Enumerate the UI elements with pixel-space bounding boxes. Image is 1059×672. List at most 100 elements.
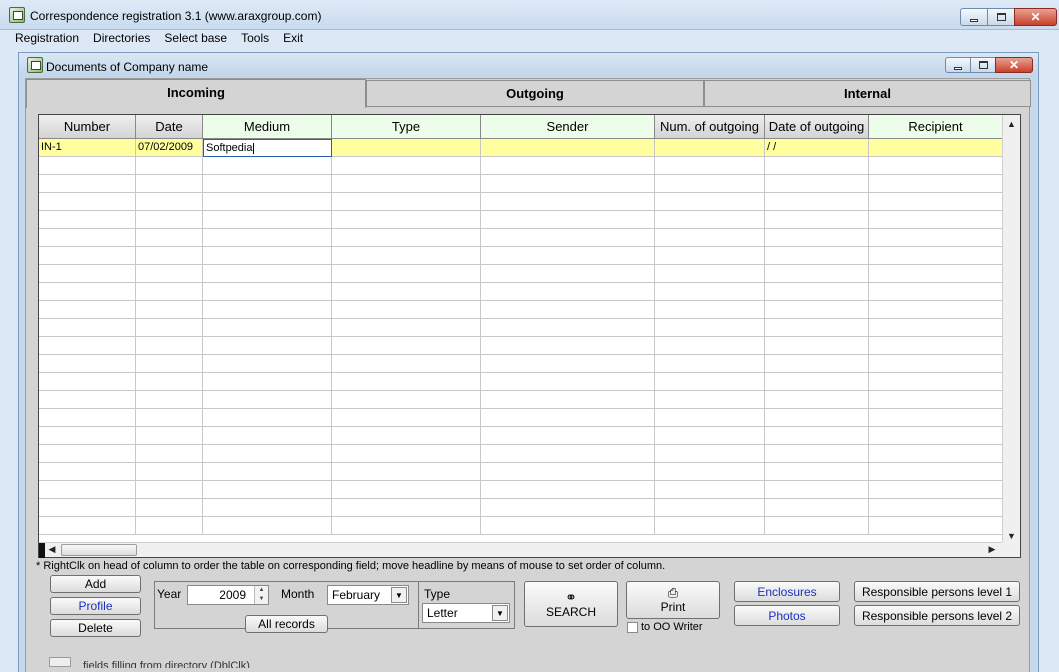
empty-cell[interactable] bbox=[765, 157, 869, 175]
menu-exit[interactable]: Exit bbox=[276, 30, 310, 46]
empty-cell[interactable] bbox=[39, 409, 136, 427]
empty-cell[interactable] bbox=[655, 355, 765, 373]
empty-table-row[interactable] bbox=[39, 247, 1003, 265]
empty-cell[interactable] bbox=[332, 355, 481, 373]
empty-cell[interactable] bbox=[481, 193, 655, 211]
empty-cell[interactable] bbox=[136, 463, 203, 481]
empty-cell[interactable] bbox=[869, 427, 1003, 445]
empty-cell[interactable] bbox=[39, 319, 136, 337]
col-header-sender[interactable]: Sender bbox=[481, 115, 655, 139]
empty-cell[interactable] bbox=[869, 499, 1003, 517]
empty-cell[interactable] bbox=[655, 211, 765, 229]
doc-minimize-button[interactable] bbox=[945, 57, 970, 73]
empty-cell[interactable] bbox=[203, 427, 332, 445]
empty-table-row[interactable] bbox=[39, 319, 1003, 337]
empty-table-row[interactable] bbox=[39, 337, 1003, 355]
empty-cell[interactable] bbox=[765, 355, 869, 373]
empty-cell[interactable] bbox=[136, 355, 203, 373]
empty-cell[interactable] bbox=[765, 211, 869, 229]
empty-cell[interactable] bbox=[481, 229, 655, 247]
empty-cell[interactable] bbox=[136, 481, 203, 499]
empty-cell[interactable] bbox=[136, 157, 203, 175]
empty-cell[interactable] bbox=[136, 283, 203, 301]
empty-cell[interactable] bbox=[136, 517, 203, 535]
empty-cell[interactable] bbox=[869, 391, 1003, 409]
empty-cell[interactable] bbox=[39, 247, 136, 265]
empty-cell[interactable] bbox=[655, 373, 765, 391]
empty-cell[interactable] bbox=[332, 157, 481, 175]
chevron-down-icon[interactable]: ▼ bbox=[391, 587, 407, 603]
cell-num-outgoing[interactable] bbox=[655, 139, 765, 157]
empty-cell[interactable] bbox=[203, 355, 332, 373]
tab-internal[interactable]: Internal bbox=[704, 80, 1031, 107]
col-header-date[interactable]: Date bbox=[136, 115, 203, 139]
cell-sender[interactable] bbox=[481, 139, 655, 157]
empty-cell[interactable] bbox=[481, 175, 655, 193]
empty-table-row[interactable] bbox=[39, 283, 1003, 301]
empty-cell[interactable] bbox=[39, 499, 136, 517]
empty-cell[interactable] bbox=[136, 175, 203, 193]
empty-cell[interactable] bbox=[203, 175, 332, 193]
maximize-button[interactable] bbox=[987, 8, 1014, 26]
col-header-medium[interactable]: Medium bbox=[203, 115, 332, 139]
empty-cell[interactable] bbox=[869, 157, 1003, 175]
empty-cell[interactable] bbox=[203, 211, 332, 229]
empty-cell[interactable] bbox=[655, 157, 765, 175]
empty-cell[interactable] bbox=[39, 283, 136, 301]
menu-registration[interactable]: Registration bbox=[8, 30, 86, 46]
empty-cell[interactable] bbox=[765, 337, 869, 355]
empty-cell[interactable] bbox=[869, 373, 1003, 391]
empty-cell[interactable] bbox=[481, 211, 655, 229]
empty-cell[interactable] bbox=[39, 373, 136, 391]
empty-cell[interactable] bbox=[481, 427, 655, 445]
empty-cell[interactable] bbox=[39, 175, 136, 193]
empty-cell[interactable] bbox=[869, 175, 1003, 193]
empty-cell[interactable] bbox=[869, 229, 1003, 247]
empty-cell[interactable] bbox=[765, 229, 869, 247]
empty-cell[interactable] bbox=[655, 517, 765, 535]
empty-cell[interactable] bbox=[869, 211, 1003, 229]
empty-cell[interactable] bbox=[869, 445, 1003, 463]
empty-cell[interactable] bbox=[332, 445, 481, 463]
empty-cell[interactable] bbox=[869, 337, 1003, 355]
empty-cell[interactable] bbox=[481, 265, 655, 283]
empty-cell[interactable] bbox=[136, 409, 203, 427]
print-button[interactable]: ⎙ Print bbox=[626, 581, 720, 619]
empty-cell[interactable] bbox=[332, 319, 481, 337]
empty-cell[interactable] bbox=[203, 391, 332, 409]
col-header-type[interactable]: Type bbox=[332, 115, 481, 139]
empty-cell[interactable] bbox=[203, 283, 332, 301]
doc-close-button[interactable]: ✕ bbox=[995, 57, 1033, 73]
all-records-button[interactable]: All records bbox=[245, 615, 328, 633]
empty-cell[interactable] bbox=[39, 427, 136, 445]
empty-cell[interactable] bbox=[332, 265, 481, 283]
empty-table-row[interactable] bbox=[39, 211, 1003, 229]
empty-cell[interactable] bbox=[39, 265, 136, 283]
empty-cell[interactable] bbox=[332, 409, 481, 427]
empty-cell[interactable] bbox=[136, 229, 203, 247]
empty-cell[interactable] bbox=[332, 499, 481, 517]
enclosures-button[interactable]: Enclosures bbox=[734, 581, 840, 602]
empty-cell[interactable] bbox=[136, 247, 203, 265]
spin-up-icon[interactable]: ▲ bbox=[255, 586, 268, 595]
tab-outgoing[interactable]: Outgoing bbox=[366, 80, 704, 107]
spin-down-icon[interactable]: ▼ bbox=[255, 595, 268, 604]
col-header-number[interactable]: Number bbox=[39, 115, 136, 139]
empty-cell[interactable] bbox=[332, 463, 481, 481]
empty-cell[interactable] bbox=[203, 157, 332, 175]
close-button[interactable]: ✕ bbox=[1014, 8, 1057, 26]
doc-maximize-button[interactable] bbox=[970, 57, 995, 73]
scroll-right-icon[interactable]: ▶ bbox=[985, 542, 999, 557]
empty-cell[interactable] bbox=[869, 319, 1003, 337]
empty-cell[interactable] bbox=[869, 301, 1003, 319]
empty-cell[interactable] bbox=[136, 337, 203, 355]
empty-table-row[interactable] bbox=[39, 157, 1003, 175]
search-button[interactable]: ⚭ SEARCH bbox=[524, 581, 618, 627]
empty-cell[interactable] bbox=[332, 283, 481, 301]
responsible-level2-button[interactable]: Responsible persons level 2 bbox=[854, 605, 1020, 626]
empty-cell[interactable] bbox=[481, 337, 655, 355]
empty-cell[interactable] bbox=[39, 157, 136, 175]
empty-cell[interactable] bbox=[655, 283, 765, 301]
empty-cell[interactable] bbox=[136, 319, 203, 337]
empty-cell[interactable] bbox=[655, 427, 765, 445]
